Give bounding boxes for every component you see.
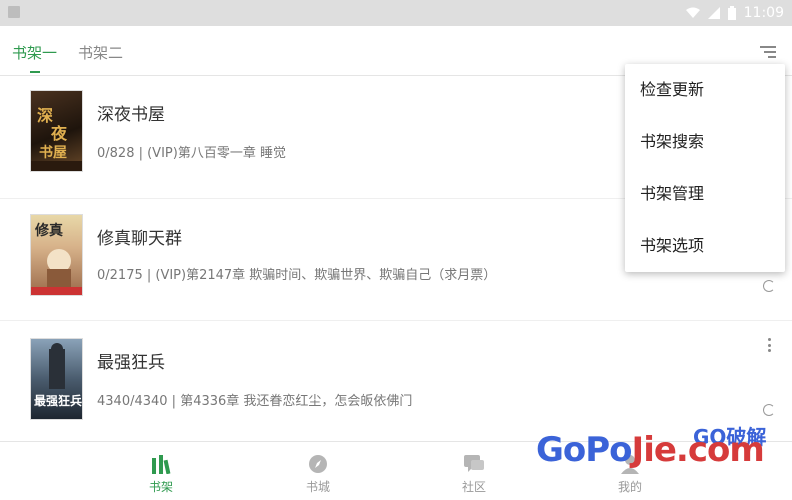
notification-icon bbox=[8, 6, 20, 18]
book-progress: 0/828 | (VIP)第八百零一章 睡觉 bbox=[97, 146, 286, 161]
signal-icon bbox=[707, 7, 720, 19]
more-options-icon[interactable] bbox=[768, 338, 772, 352]
book-progress: 4340/4340 | 第4336章 我还眷恋红尘，怎会皈依佛门 bbox=[97, 394, 413, 409]
tab-indicator bbox=[30, 71, 40, 73]
svg-text:书屋: 书屋 bbox=[39, 144, 67, 161]
watermark-part: GoPo bbox=[536, 430, 633, 470]
svg-text:夜: 夜 bbox=[50, 124, 68, 143]
nav-label: 书城 bbox=[305, 480, 330, 494]
overflow-menu-icon[interactable] bbox=[760, 46, 776, 58]
nav-label: 我的 bbox=[617, 480, 642, 494]
book-title: 修真聊天群 bbox=[97, 229, 182, 249]
chat-icon bbox=[444, 450, 504, 474]
nav-label: 书架 bbox=[148, 480, 173, 494]
nav-bookshelf[interactable]: 书架 bbox=[131, 450, 191, 495]
book-cover: 修真 bbox=[30, 214, 83, 296]
watermark-part: .com bbox=[675, 430, 765, 470]
app-screen: 11:09 书架一 书架二 深夜书屋 深夜书屋 0/828 | (VIP)第八百… bbox=[0, 0, 792, 500]
menu-item-shelf-options[interactable]: 书架选项 bbox=[625, 220, 785, 272]
book-cover: 最强狂兵 bbox=[30, 338, 83, 420]
svg-text:深: 深 bbox=[37, 106, 53, 125]
clock: 11:09 bbox=[743, 5, 784, 21]
nav-label: 社区 bbox=[461, 480, 486, 494]
shelf-popup-menu: 检查更新 书架搜索 书架管理 书架选项 bbox=[625, 64, 785, 272]
watermark-part: Jie bbox=[631, 430, 677, 470]
bookshelf-icon bbox=[131, 450, 191, 474]
refresh-icon[interactable] bbox=[763, 404, 775, 416]
status-bar: 11:09 bbox=[0, 0, 792, 26]
book-cover: 深夜书屋 bbox=[30, 90, 83, 172]
svg-text:最强狂兵: 最强狂兵 bbox=[34, 393, 82, 408]
tab-shelf-one[interactable]: 书架一 bbox=[12, 42, 57, 63]
menu-item-shelf-search[interactable]: 书架搜索 bbox=[625, 116, 785, 168]
book-progress: 0/2175 | (VIP)第2147章 欺骗时间、欺骗世界、欺骗自己（求月票） bbox=[97, 268, 497, 283]
wifi-icon bbox=[685, 7, 700, 18]
status-icons: 11:09 bbox=[685, 3, 784, 23]
menu-item-check-update[interactable]: 检查更新 bbox=[625, 64, 785, 116]
menu-item-shelf-manage[interactable]: 书架管理 bbox=[625, 168, 785, 220]
refresh-icon[interactable] bbox=[763, 280, 775, 292]
battery-icon bbox=[727, 6, 736, 20]
watermark-logo: GoPoJie.com bbox=[536, 430, 765, 470]
book-title: 深夜书屋 bbox=[97, 105, 165, 125]
svg-text:修真: 修真 bbox=[34, 222, 63, 239]
compass-icon bbox=[288, 450, 348, 474]
book-title: 最强狂兵 bbox=[97, 353, 165, 373]
nav-bookstore[interactable]: 书城 bbox=[288, 450, 348, 495]
book-item[interactable]: 最强狂兵 最强狂兵 4340/4340 | 第4336章 我还眷恋红尘，怎会皈依… bbox=[0, 320, 792, 442]
tab-shelf-two[interactable]: 书架二 bbox=[78, 42, 123, 63]
nav-community[interactable]: 社区 bbox=[444, 450, 504, 495]
